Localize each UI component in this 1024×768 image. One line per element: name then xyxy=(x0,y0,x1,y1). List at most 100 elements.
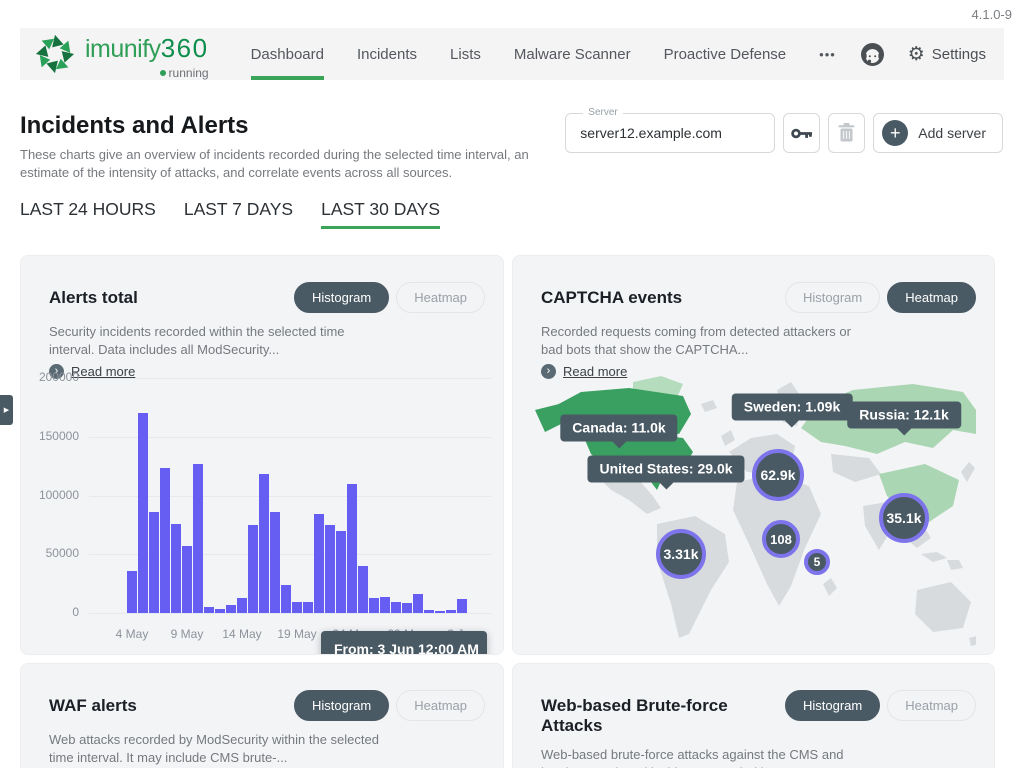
histogram-bar[interactable] xyxy=(358,566,368,613)
brand-name: imunify xyxy=(85,35,161,63)
y-gridline xyxy=(89,378,491,379)
nav-item-proactive-defense[interactable]: Proactive Defense xyxy=(664,28,787,80)
key-icon xyxy=(791,126,813,141)
view-toggle: Histogram Heatmap xyxy=(785,690,976,721)
agent-status: running xyxy=(160,66,209,80)
card-header: Alerts total Histogram Heatmap xyxy=(49,282,485,313)
page-description: These charts give an overview of inciden… xyxy=(20,146,540,182)
histogram-toggle[interactable]: Histogram xyxy=(785,690,880,721)
heatmap-toggle[interactable]: Heatmap xyxy=(887,690,976,721)
histogram-bar[interactable] xyxy=(457,599,467,613)
histogram-bar[interactable] xyxy=(446,610,456,613)
server-key-button[interactable] xyxy=(783,113,820,153)
histogram-bar[interactable] xyxy=(314,514,324,613)
histogram-bar[interactable] xyxy=(215,609,225,613)
nav-item-malware-scanner[interactable]: Malware Scanner xyxy=(514,28,631,80)
histogram-bar[interactable] xyxy=(237,598,247,613)
card-alerts-total: Alerts total Histogram Heatmap Security … xyxy=(20,255,504,655)
x-axis-tick-label: 19 May xyxy=(267,627,327,641)
x-axis-tick-label: 4 May xyxy=(102,627,162,641)
server-delete-button[interactable] xyxy=(828,113,865,153)
histogram-bar[interactable] xyxy=(336,531,346,613)
server-panel: Server + Add server xyxy=(565,113,1003,153)
histogram-bar[interactable] xyxy=(182,546,192,613)
histogram-bar[interactable] xyxy=(171,524,181,613)
histogram-bar[interactable] xyxy=(435,611,445,613)
histogram-bar[interactable] xyxy=(193,464,203,613)
map-marker[interactable]: 62.9k xyxy=(752,449,804,501)
histogram-bar[interactable] xyxy=(259,474,269,613)
card-header: CAPTCHA events Histogram Heatmap xyxy=(541,282,976,313)
histogram-bar[interactable] xyxy=(204,607,214,613)
card-title: WAF alerts xyxy=(49,690,137,716)
card-bruteforce-attacks: Web-based Brute-force Attacks Histogram … xyxy=(512,663,995,768)
histogram-toggle[interactable]: Histogram xyxy=(294,282,389,313)
nav-overflow-menu[interactable]: ••• xyxy=(819,28,836,80)
heatmap-toggle[interactable]: Heatmap xyxy=(396,282,485,313)
card-title: Web-based Brute-force Attacks xyxy=(541,690,785,736)
histogram-bar[interactable] xyxy=(138,413,148,613)
map-callout: Canada: 11.0k xyxy=(560,415,677,442)
server-input[interactable] xyxy=(566,114,774,152)
histogram-bar[interactable] xyxy=(369,598,379,613)
x-axis-tick-label: 14 May xyxy=(212,627,272,641)
read-more-link[interactable]: › Read more xyxy=(49,364,485,379)
histogram-bar[interactable] xyxy=(424,610,434,613)
imunify360-logo: imunify360 running xyxy=(34,28,209,80)
tab-last-7-days[interactable]: LAST 7 DAYS xyxy=(184,199,293,229)
histogram-bar[interactable] xyxy=(303,602,313,613)
add-server-label: Add server xyxy=(918,125,986,141)
map-marker[interactable]: 5 xyxy=(804,549,830,575)
gear-icon: ⚙ xyxy=(908,45,925,64)
heatmap-toggle[interactable]: Heatmap xyxy=(887,282,976,313)
card-title: CAPTCHA events xyxy=(541,282,682,308)
support-headset-icon[interactable] xyxy=(859,41,886,68)
histogram-bar[interactable] xyxy=(270,512,280,613)
histogram-bar[interactable] xyxy=(226,605,236,613)
histogram-toggle[interactable]: Histogram xyxy=(294,690,389,721)
card-description: Recorded requests coming from detected a… xyxy=(541,323,871,359)
y-axis-tick-label: 150000 xyxy=(21,429,79,443)
histogram-bar[interactable] xyxy=(281,585,291,613)
y-axis-tick-label: 0 xyxy=(21,605,79,619)
time-range-tabs: LAST 24 HOURS LAST 7 DAYS LAST 30 DAYS xyxy=(20,199,440,229)
map-marker[interactable]: 108 xyxy=(762,520,800,558)
settings-button[interactable]: ⚙ Settings xyxy=(908,45,986,64)
view-toggle: Histogram Heatmap xyxy=(294,690,485,721)
histogram-bar[interactable] xyxy=(347,484,357,613)
imunify-pinwheel-icon xyxy=(34,33,76,75)
plus-icon: + xyxy=(882,120,908,146)
histogram-bar[interactable] xyxy=(413,594,423,613)
histogram-bar[interactable] xyxy=(160,468,170,613)
map-marker[interactable]: 35.1k xyxy=(879,493,929,543)
brand-suffix: 360 xyxy=(161,33,209,63)
tab-last-24-hours[interactable]: LAST 24 HOURS xyxy=(20,199,156,229)
charts-grid: Alerts total Histogram Heatmap Security … xyxy=(20,255,995,768)
histogram-bar[interactable] xyxy=(248,525,258,613)
heatmap-toggle[interactable]: Heatmap xyxy=(396,690,485,721)
nav-item-incidents[interactable]: Incidents xyxy=(357,28,417,80)
map-callout: United States: 29.0k xyxy=(587,456,744,483)
histogram-bar[interactable] xyxy=(149,512,159,613)
histogram-bar[interactable] xyxy=(391,602,401,613)
map-marker[interactable]: 3.31k xyxy=(656,529,706,579)
histogram-bar[interactable] xyxy=(292,602,302,613)
histogram-bar[interactable] xyxy=(402,603,412,613)
histogram-toggle[interactable]: Histogram xyxy=(785,282,880,313)
add-server-button[interactable]: + Add server xyxy=(873,113,1003,153)
histogram-bar[interactable] xyxy=(127,571,137,613)
histogram-bar[interactable] xyxy=(325,525,335,613)
nav-item-lists[interactable]: Lists xyxy=(450,28,481,80)
trash-icon xyxy=(838,123,855,143)
card-header: Web-based Brute-force Attacks Histogram … xyxy=(541,690,976,736)
card-description: Web-based brute-force attacks against th… xyxy=(541,746,871,768)
card-waf-alerts: WAF alerts Histogram Heatmap Web attacks… xyxy=(20,663,504,768)
map-callout: Sweden: 1.09k xyxy=(732,394,853,421)
side-drawer-toggle[interactable]: ▶ xyxy=(0,395,13,425)
histogram-bar[interactable] xyxy=(380,597,390,613)
logo-text: imunify360 running xyxy=(85,33,209,76)
nav-item-dashboard[interactable]: Dashboard xyxy=(251,28,324,80)
tab-last-30-days[interactable]: LAST 30 DAYS xyxy=(321,199,440,229)
captcha-world-map: 62.9k 3.31k 35.1k 1085 Canada: 11.0k United S… xyxy=(533,376,976,655)
y-axis-tick-label: 50000 xyxy=(21,546,79,560)
